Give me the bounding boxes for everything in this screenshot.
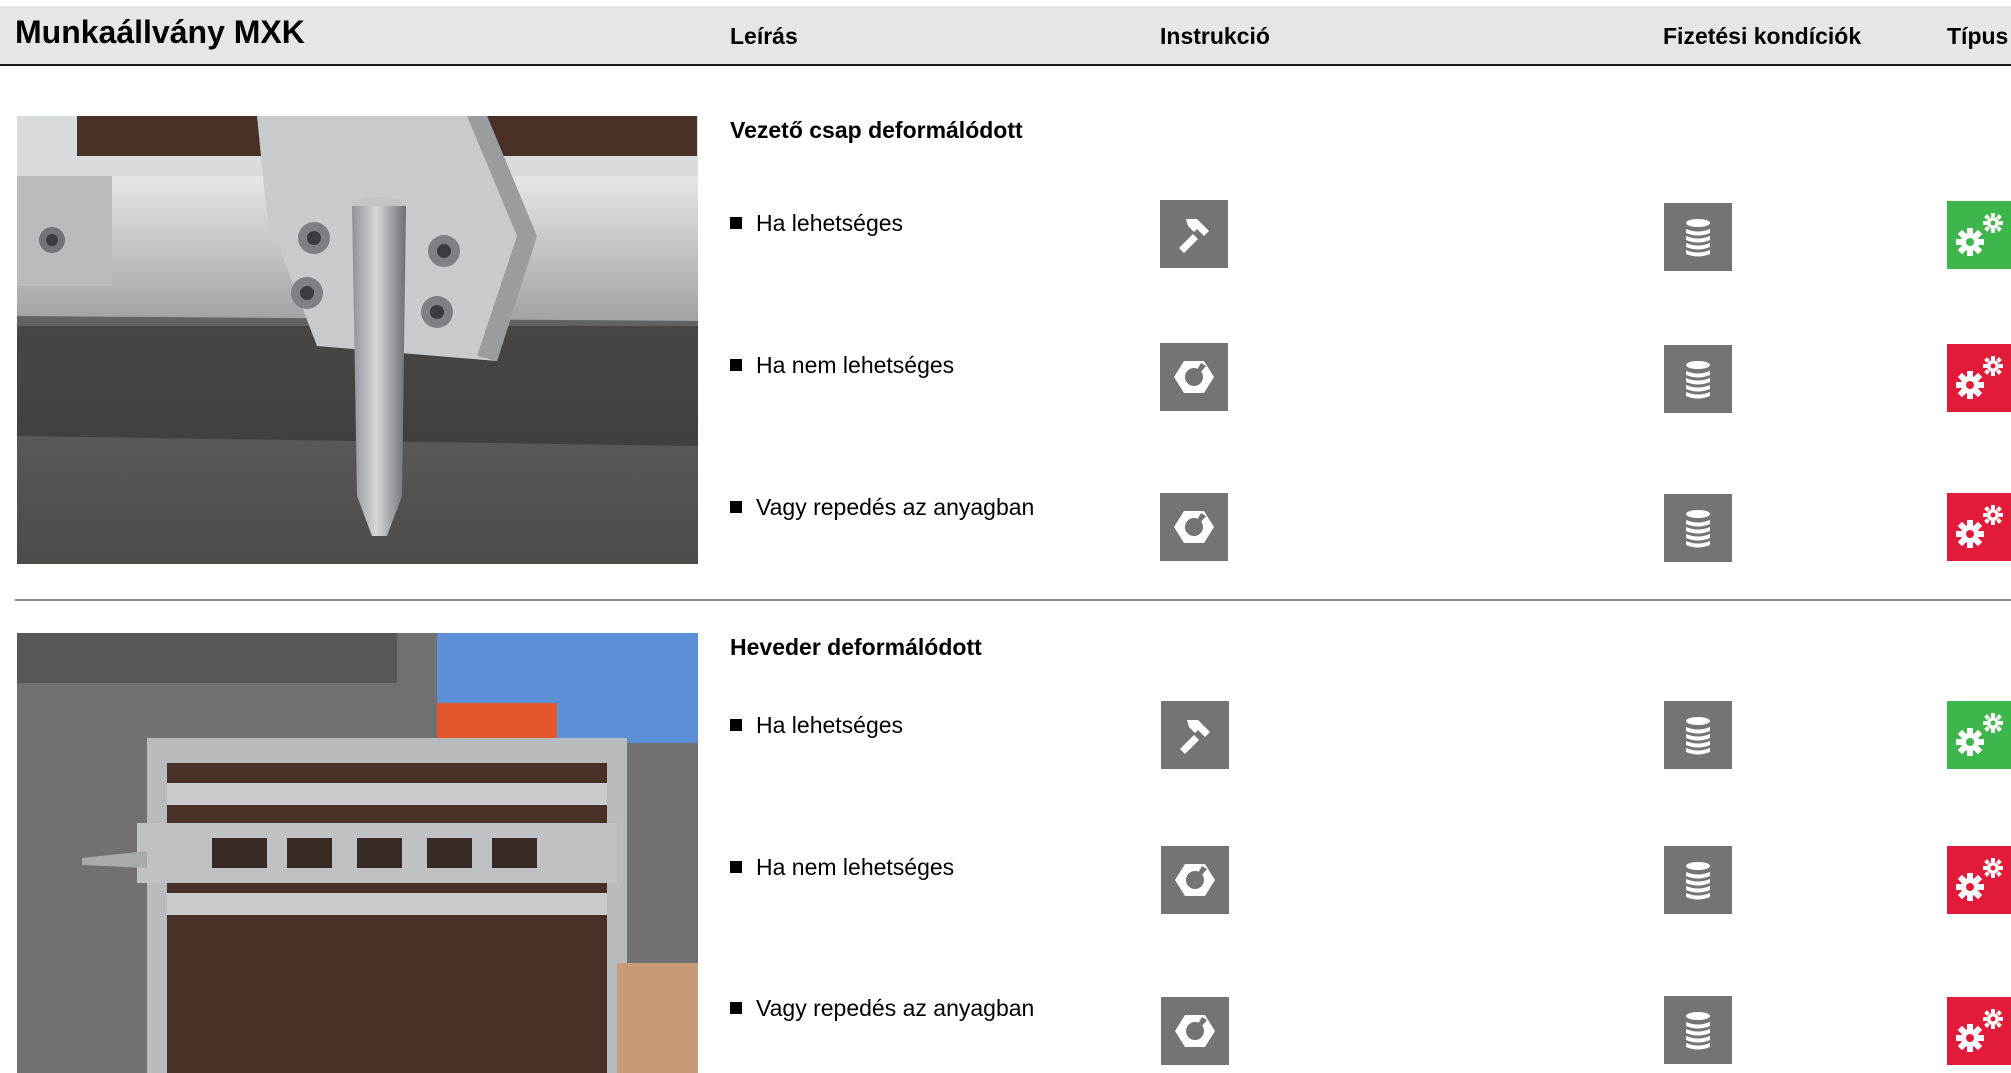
list-item-label: Ha nem lehetséges <box>756 854 955 880</box>
coins-stack-icon <box>1664 846 1732 914</box>
list-item: Vagy repedés az anyagban <box>730 494 1034 521</box>
column-header-description: Leírás <box>730 23 798 49</box>
hammer-icon <box>1161 701 1229 769</box>
list-item: Ha nem lehetséges <box>730 352 954 379</box>
section-title: Vezető csap deformálódott <box>730 117 1023 143</box>
hammer-icon <box>1160 200 1228 268</box>
gears-icon <box>1947 493 2011 561</box>
guide-pin-photo <box>17 116 698 564</box>
coins-stack-icon <box>1664 203 1732 271</box>
bullet-square-icon <box>730 1002 742 1014</box>
bullet-square-icon <box>730 359 742 371</box>
page-title: Munkaállvány MXK <box>15 14 305 50</box>
coins-stack-icon <box>1664 494 1732 562</box>
gears-icon <box>1947 997 2011 1065</box>
list-item-label: Ha lehetséges <box>756 712 904 738</box>
brace-photo <box>17 633 698 1073</box>
column-header-payment: Fizetési kondíciók <box>1663 23 1862 49</box>
list-item: Ha lehetséges <box>730 712 903 739</box>
list-item-label: Ha lehetséges <box>756 210 904 236</box>
bullet-square-icon <box>730 217 742 229</box>
coins-stack-icon <box>1664 345 1732 413</box>
gears-icon <box>1947 846 2011 914</box>
list-item: Ha lehetséges <box>730 210 903 237</box>
section-divider <box>15 599 2011 601</box>
table-header: Munkaállvány MXK Leírás Instrukció Fizet… <box>0 6 2011 66</box>
coins-stack-icon <box>1664 701 1732 769</box>
bullet-square-icon <box>730 861 742 873</box>
bullet-square-icon <box>730 501 742 513</box>
broken-nut-icon <box>1160 493 1228 561</box>
bullet-square-icon <box>730 719 742 731</box>
section-title: Heveder deformálódott <box>730 634 982 660</box>
gears-icon <box>1947 701 2011 769</box>
broken-nut-icon <box>1161 997 1229 1065</box>
list-item: Vagy repedés az anyagban <box>730 995 1034 1022</box>
broken-nut-icon <box>1160 343 1228 411</box>
column-header-type: Típus <box>1947 23 2009 49</box>
list-item-label: Vagy repedés az anyagban <box>756 995 1035 1021</box>
coins-stack-icon <box>1664 996 1732 1064</box>
list-item-label: Ha nem lehetséges <box>756 352 955 378</box>
gears-icon <box>1947 201 2011 269</box>
list-item: Ha nem lehetséges <box>730 854 954 881</box>
broken-nut-icon <box>1161 846 1229 914</box>
list-item-label: Vagy repedés az anyagban <box>756 494 1035 520</box>
gears-icon <box>1947 344 2011 412</box>
column-header-instruction: Instrukció <box>1160 23 1270 49</box>
